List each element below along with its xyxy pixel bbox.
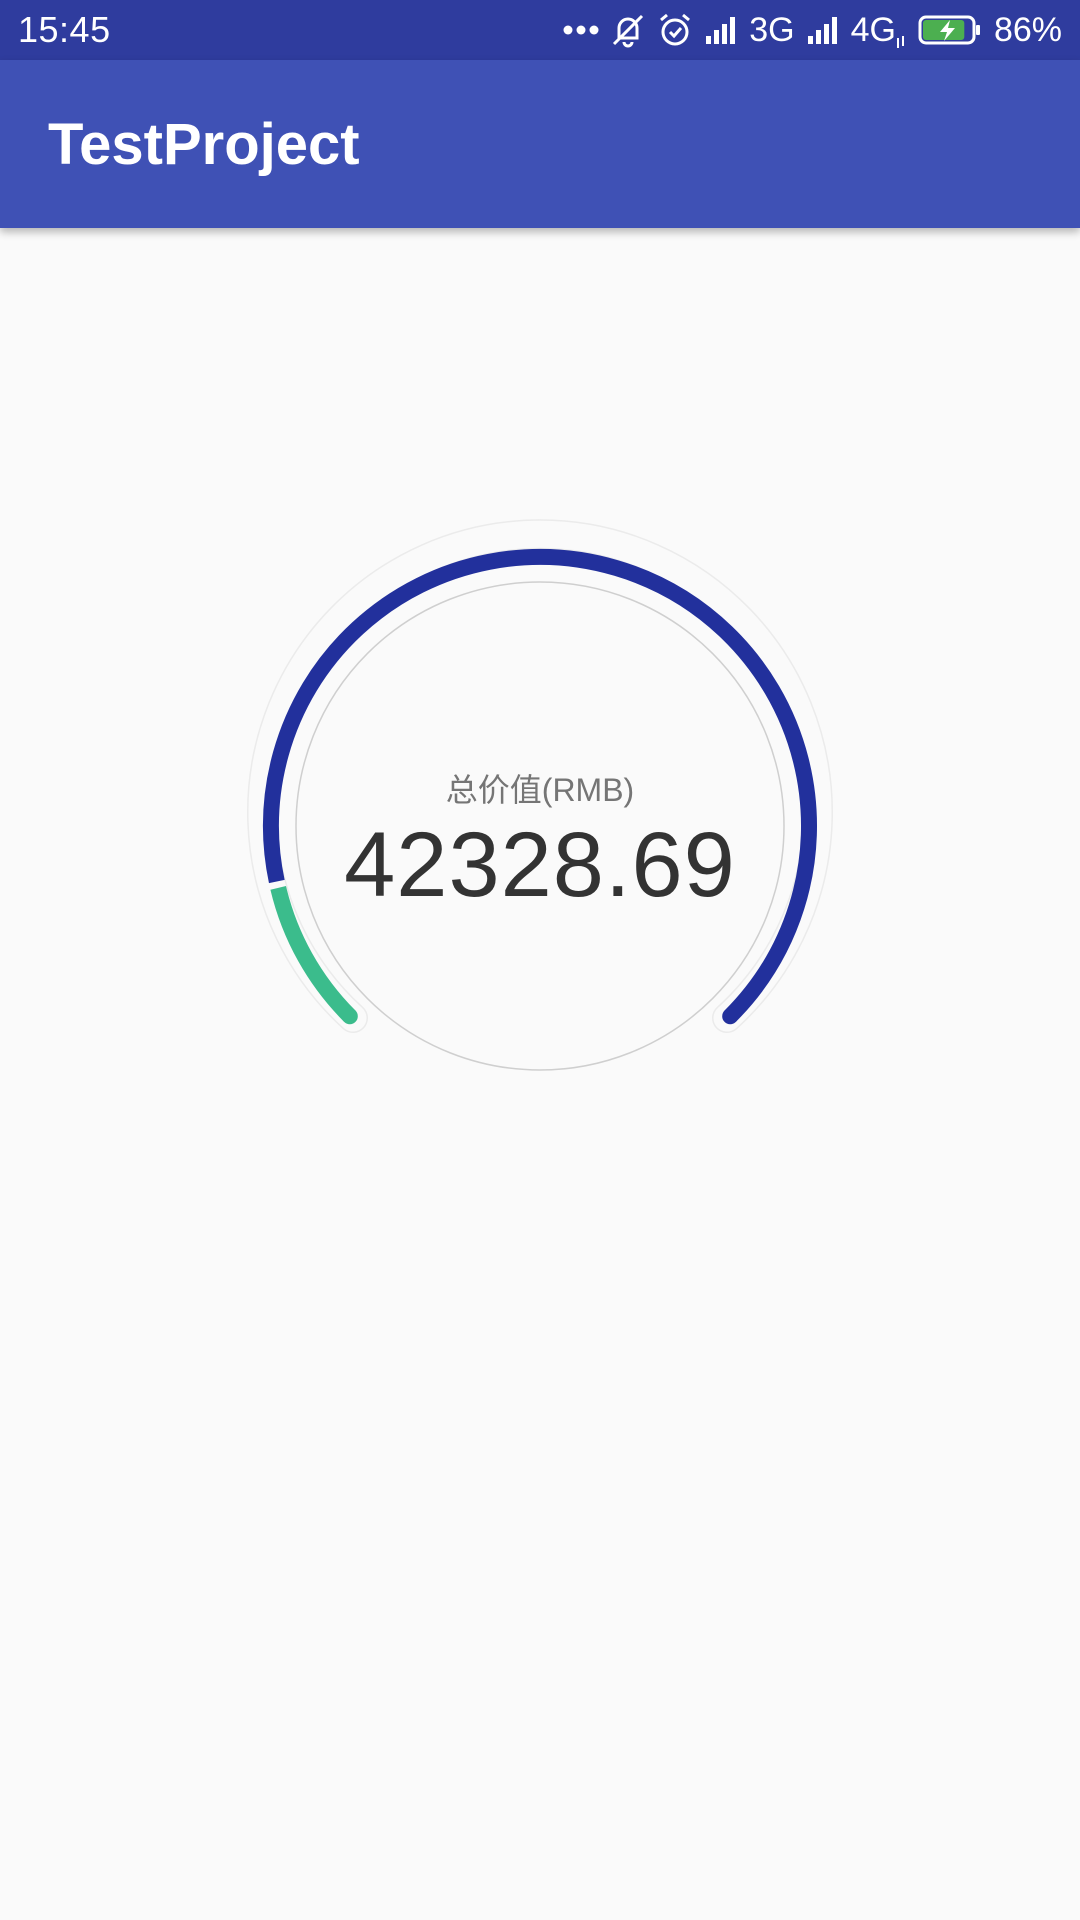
gauge-value: 42328.69 [344,814,736,916]
signal-icon [705,16,737,44]
alarm-icon [657,12,693,48]
battery-percent: 86% [993,10,1062,49]
gauge-label: 总价值(RMB) [445,772,635,808]
battery-charging-icon [918,14,982,46]
app-bar: TestProject [0,60,1080,228]
silent-bell-icon [611,12,645,48]
app-title: TestProject [48,111,360,177]
value-gauge [247,519,833,1071]
gauge-container: 总价值(RMB) 42328.69 [0,228,1080,1920]
gauge-segment-end-cap [722,1008,739,1025]
status-icons: 3G 4G 86% [563,11,1062,50]
status-time: 15:45 [18,9,111,50]
more-dots-icon [563,23,599,37]
network-4g-label: 4G [851,11,906,50]
network-3g-label: 3G [749,10,795,49]
status-bar: 15:45 3G 4G 86% [0,0,1080,60]
gauge-segment-start-cap [341,1008,358,1025]
signal-icon [807,16,839,44]
data-arrows-icon [896,34,906,50]
